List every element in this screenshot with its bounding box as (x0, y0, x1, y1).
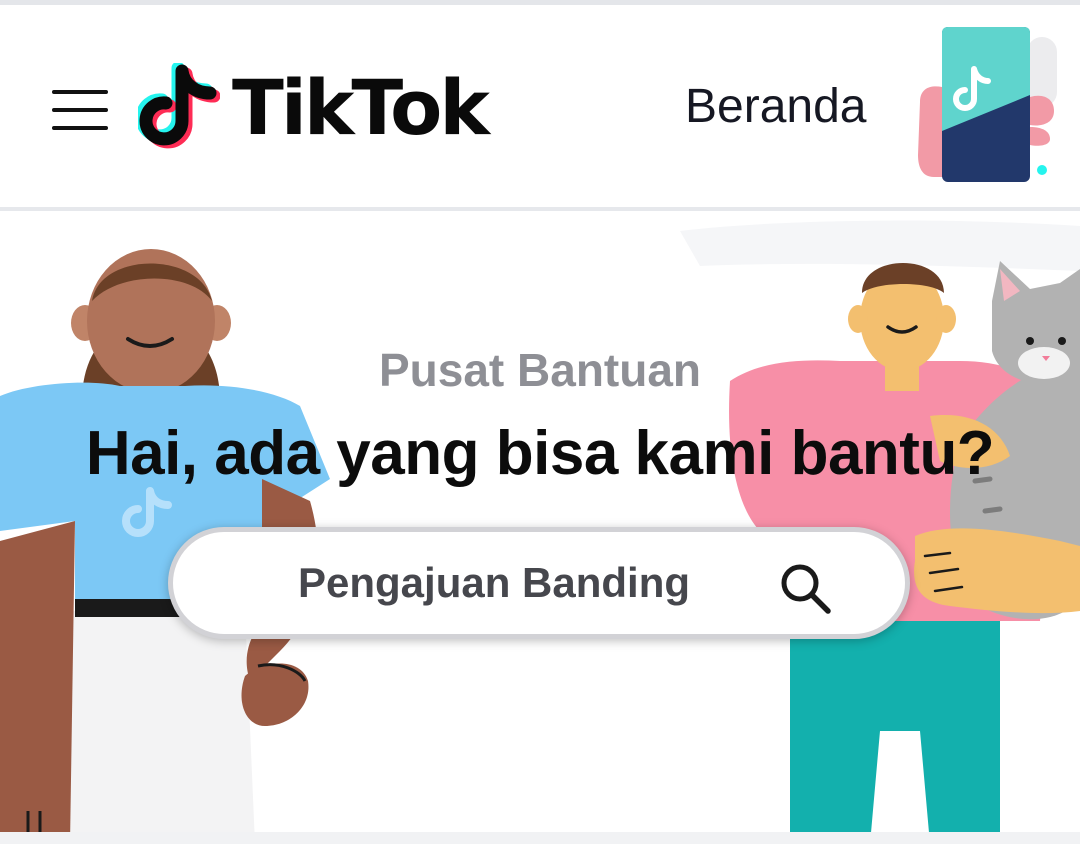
help-center-hero: Pusat Bantuan Hai, ada yang bisa kami ba… (0, 211, 1080, 844)
menu-button[interactable] (50, 85, 110, 135)
help-center-subtitle: Pusat Bantuan (378, 344, 702, 396)
help-search-box[interactable]: Pengajuan Banding (168, 527, 910, 639)
header-bar: TikTok Beranda (0, 5, 1080, 207)
logo-wordmark: TikTok (232, 63, 490, 152)
nav-home-link[interactable]: Beranda (685, 83, 866, 131)
tiktok-note-icon (138, 63, 220, 149)
bottom-edge-divider (0, 832, 1080, 844)
hamburger-menu-icon (52, 90, 108, 130)
help-center-title: Hai, ada yang bisa kami bantu? (85, 419, 995, 488)
tiktok-logo[interactable]: TikTok (138, 63, 490, 153)
tiktok-app-phone-icon (918, 27, 1057, 182)
app-promo-button[interactable] (912, 27, 1062, 192)
search-icon[interactable] (777, 560, 833, 616)
search-input[interactable]: Pengajuan Banding (298, 562, 690, 604)
